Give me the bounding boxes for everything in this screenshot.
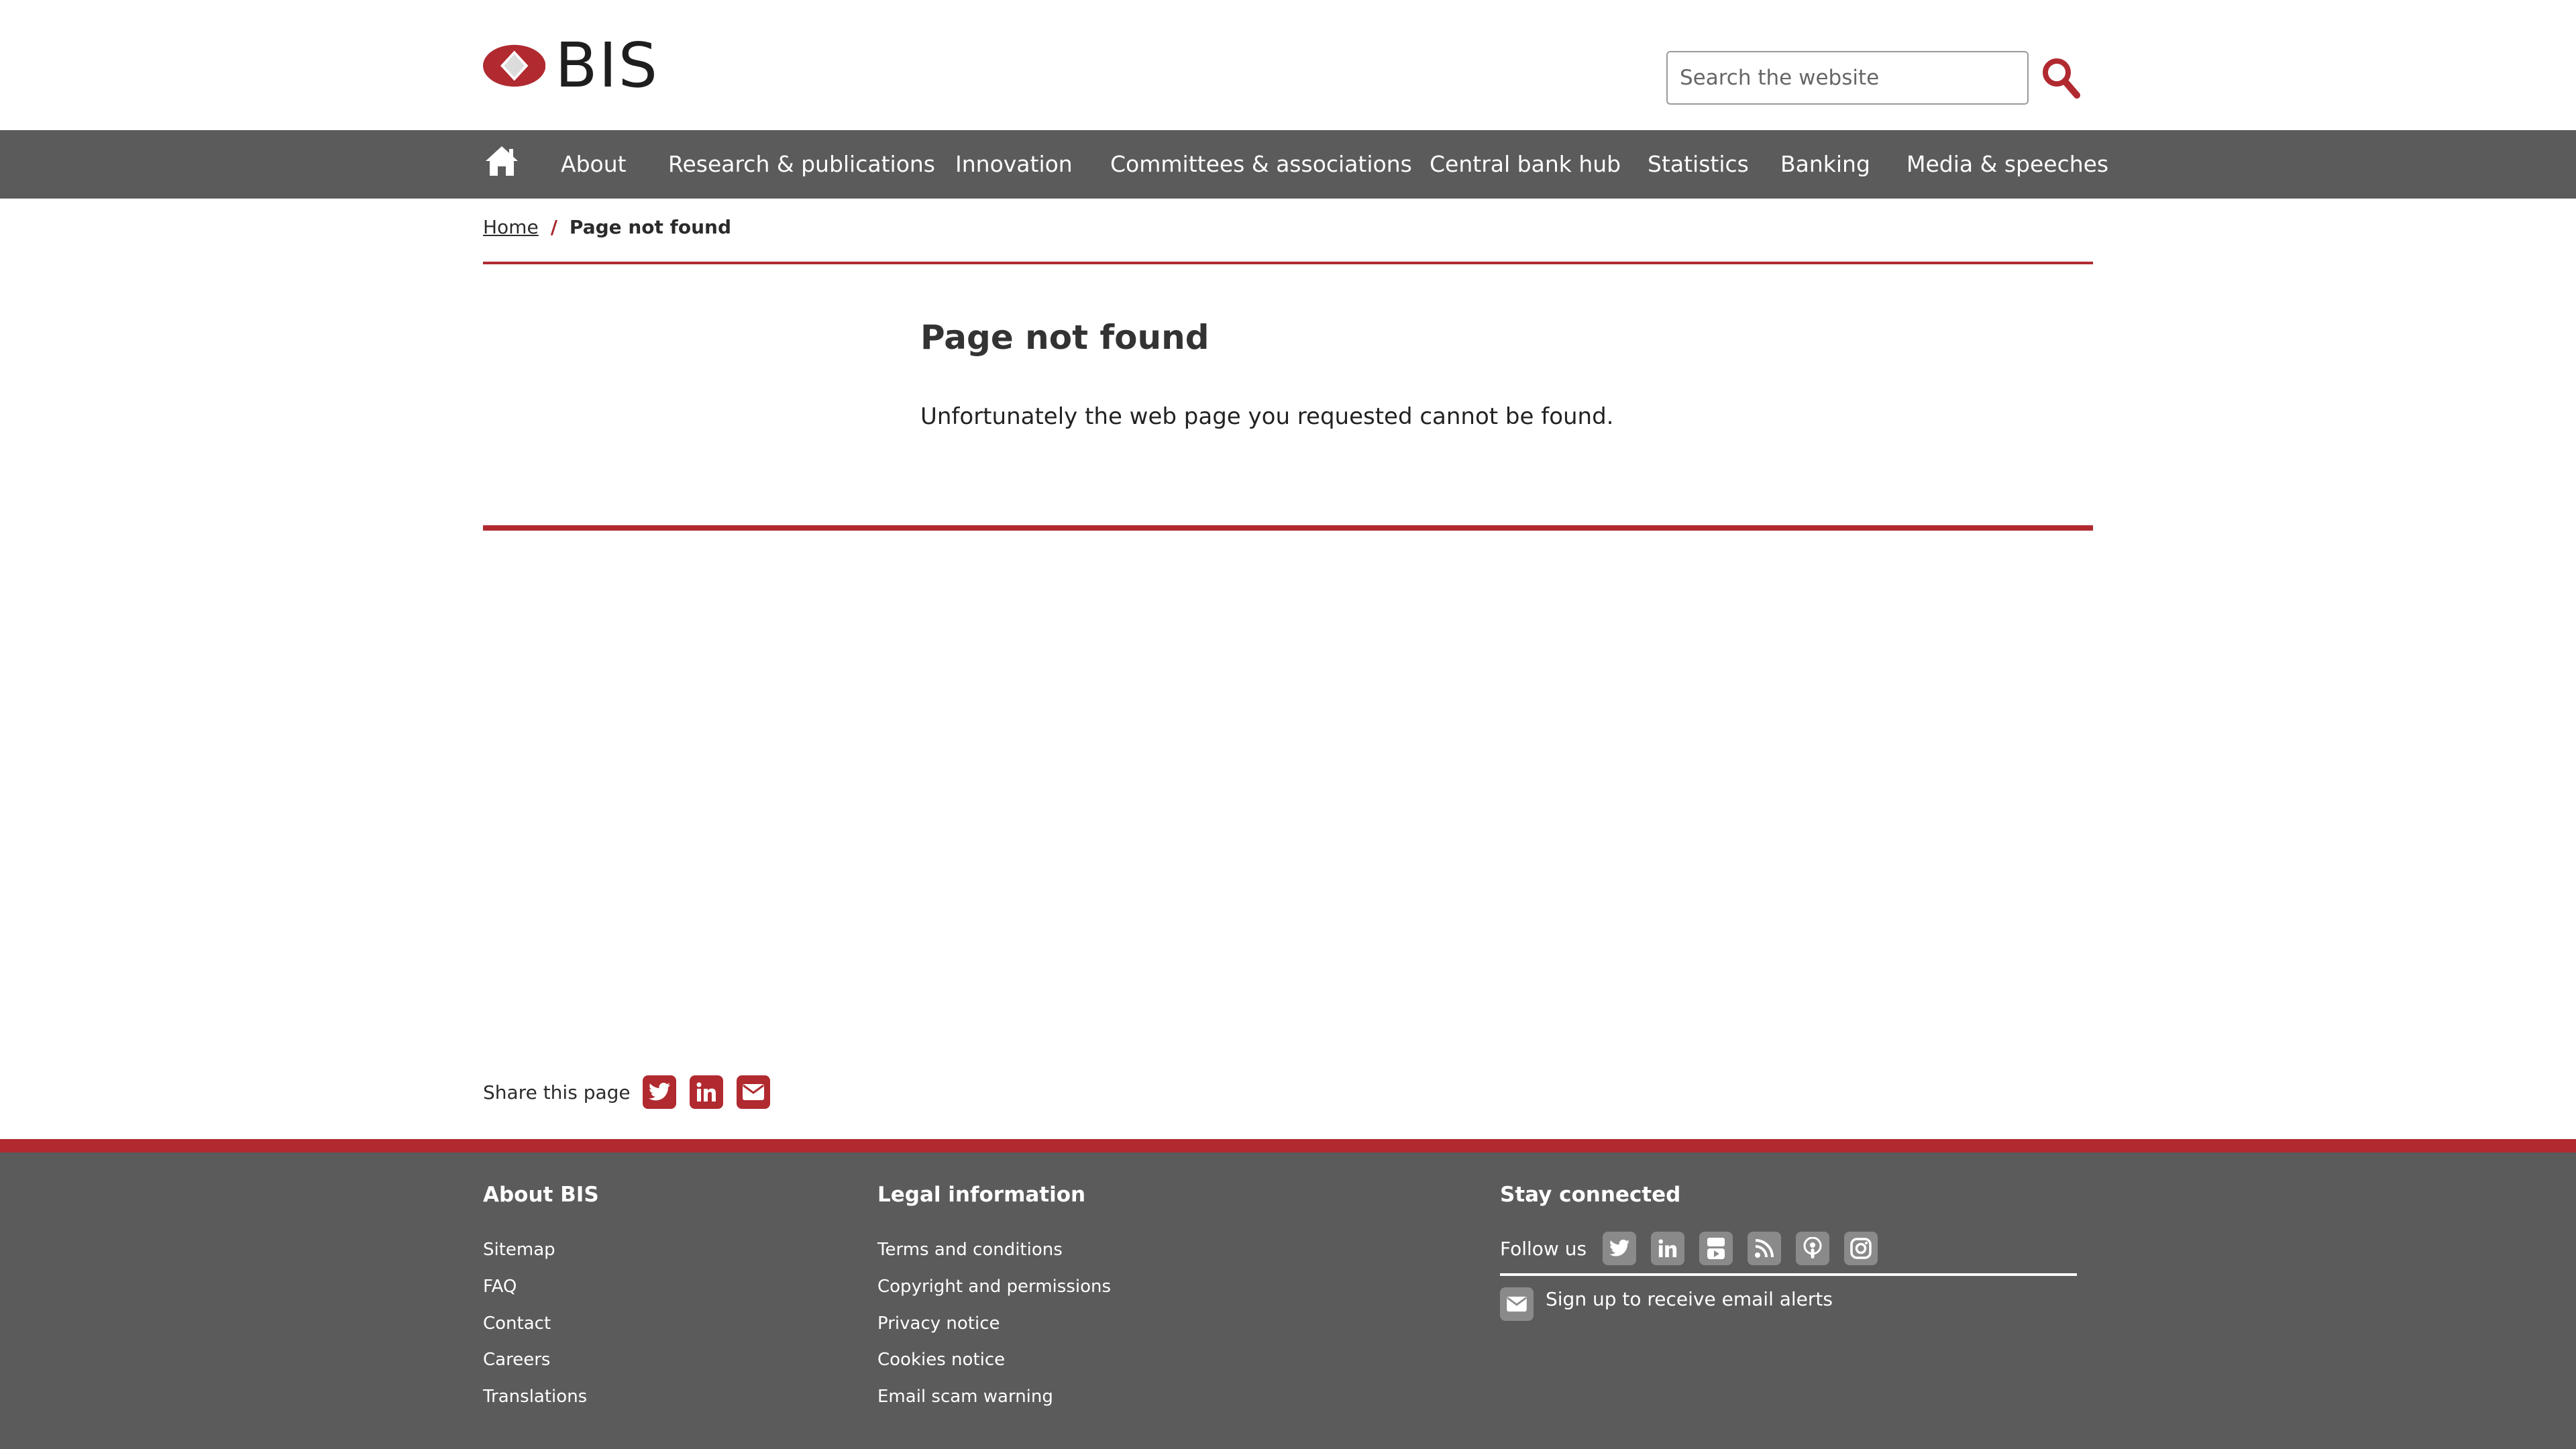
linkedin-icon <box>696 1082 716 1102</box>
main-nav: About Research & publications Innovation… <box>0 130 2576 199</box>
divider <box>483 262 2093 264</box>
twitter-icon <box>648 1083 670 1101</box>
breadcrumb-separator: / <box>550 216 557 238</box>
email-icon <box>1507 1296 1527 1312</box>
podcast-icon <box>1803 1237 1822 1258</box>
footer-link-email-scam[interactable]: Email scam warning <box>877 1387 1053 1407</box>
youtube-icon <box>1707 1238 1725 1259</box>
follow-twitter-button[interactable] <box>1603 1232 1637 1265</box>
site-footer: About BIS Sitemap FAQ Contact Careers Tr… <box>0 1152 2576 1449</box>
rss-icon <box>1755 1239 1774 1258</box>
content-divider <box>483 525 2093 531</box>
twitter-icon <box>1609 1239 1629 1256</box>
nav-banking[interactable]: Banking <box>1780 130 1870 199</box>
page-title: Page not found <box>920 318 1210 357</box>
follow-us-bar: Follow us <box>1500 1230 1892 1267</box>
nav-about[interactable]: About <box>561 130 627 199</box>
follow-instagram-button[interactable] <box>1844 1232 1878 1265</box>
nav-research-publications[interactable]: Research & publications <box>668 130 935 199</box>
breadcrumb: Home / Page not found <box>483 216 731 238</box>
share-linkedin-button[interactable] <box>689 1075 723 1109</box>
search-input[interactable] <box>1666 51 2029 105</box>
email-icon <box>742 1084 764 1100</box>
follow-podcast-button[interactable] <box>1796 1232 1830 1265</box>
search-button[interactable] <box>2039 55 2082 102</box>
logo-text: BIS <box>555 30 659 101</box>
email-alerts-label: Sign up to receive email alerts <box>1546 1287 1833 1310</box>
bis-logo[interactable]: BIS <box>483 30 659 101</box>
follow-youtube-button[interactable] <box>1699 1232 1733 1265</box>
nav-home-button[interactable] <box>484 145 519 180</box>
search-icon <box>2043 58 2080 99</box>
footer-link-privacy[interactable]: Privacy notice <box>877 1313 1000 1334</box>
follow-rss-button[interactable] <box>1748 1232 1782 1265</box>
footer-link-translations[interactable]: Translations <box>483 1387 587 1407</box>
breadcrumb-current: Page not found <box>569 216 731 238</box>
error-message: Unfortunately the web page you requested… <box>920 403 1614 430</box>
share-label: Share this page <box>483 1081 631 1104</box>
nav-statistics[interactable]: Statistics <box>1648 130 1749 199</box>
footer-link-terms[interactable]: Terms and conditions <box>877 1240 1063 1260</box>
nav-innovation[interactable]: Innovation <box>955 130 1073 199</box>
share-bar: Share this page <box>483 1075 784 1110</box>
footer-accent-bar <box>0 1139 2576 1152</box>
breadcrumb-home-link[interactable]: Home <box>483 216 539 238</box>
email-alerts-icon-box <box>1500 1287 1534 1321</box>
nav-committees-associations[interactable]: Committees & associations <box>1110 130 1412 199</box>
follow-us-label: Follow us <box>1500 1237 1587 1260</box>
footer-link-contact[interactable]: Contact <box>483 1313 551 1334</box>
bis-logo-mark <box>483 44 546 87</box>
nav-media-speeches[interactable]: Media & speeches <box>1907 130 2108 199</box>
footer-link-careers[interactable]: Careers <box>483 1350 550 1370</box>
footer-link-sitemap[interactable]: Sitemap <box>483 1240 555 1260</box>
footer-divider <box>1500 1273 2077 1276</box>
nav-central-bank-hub[interactable]: Central bank hub <box>1430 130 1621 199</box>
share-email-button[interactable] <box>736 1075 770 1109</box>
instagram-icon <box>1850 1238 1872 1259</box>
site-header: BIS <box>0 0 2576 130</box>
footer-legal-title: Legal information <box>877 1183 1086 1207</box>
email-alerts-signup[interactable]: Sign up to receive email alerts <box>1500 1287 1833 1322</box>
footer-connect-title: Stay connected <box>1500 1183 1681 1207</box>
footer-link-copyright[interactable]: Copyright and permissions <box>877 1277 1111 1297</box>
linkedin-icon <box>1658 1239 1677 1258</box>
footer-link-faq[interactable]: FAQ <box>483 1277 517 1297</box>
share-twitter-button[interactable] <box>642 1075 676 1109</box>
follow-linkedin-button[interactable] <box>1651 1232 1685 1265</box>
home-icon <box>486 146 518 176</box>
footer-link-cookies[interactable]: Cookies notice <box>877 1350 1005 1370</box>
footer-about-title: About BIS <box>483 1183 599 1207</box>
